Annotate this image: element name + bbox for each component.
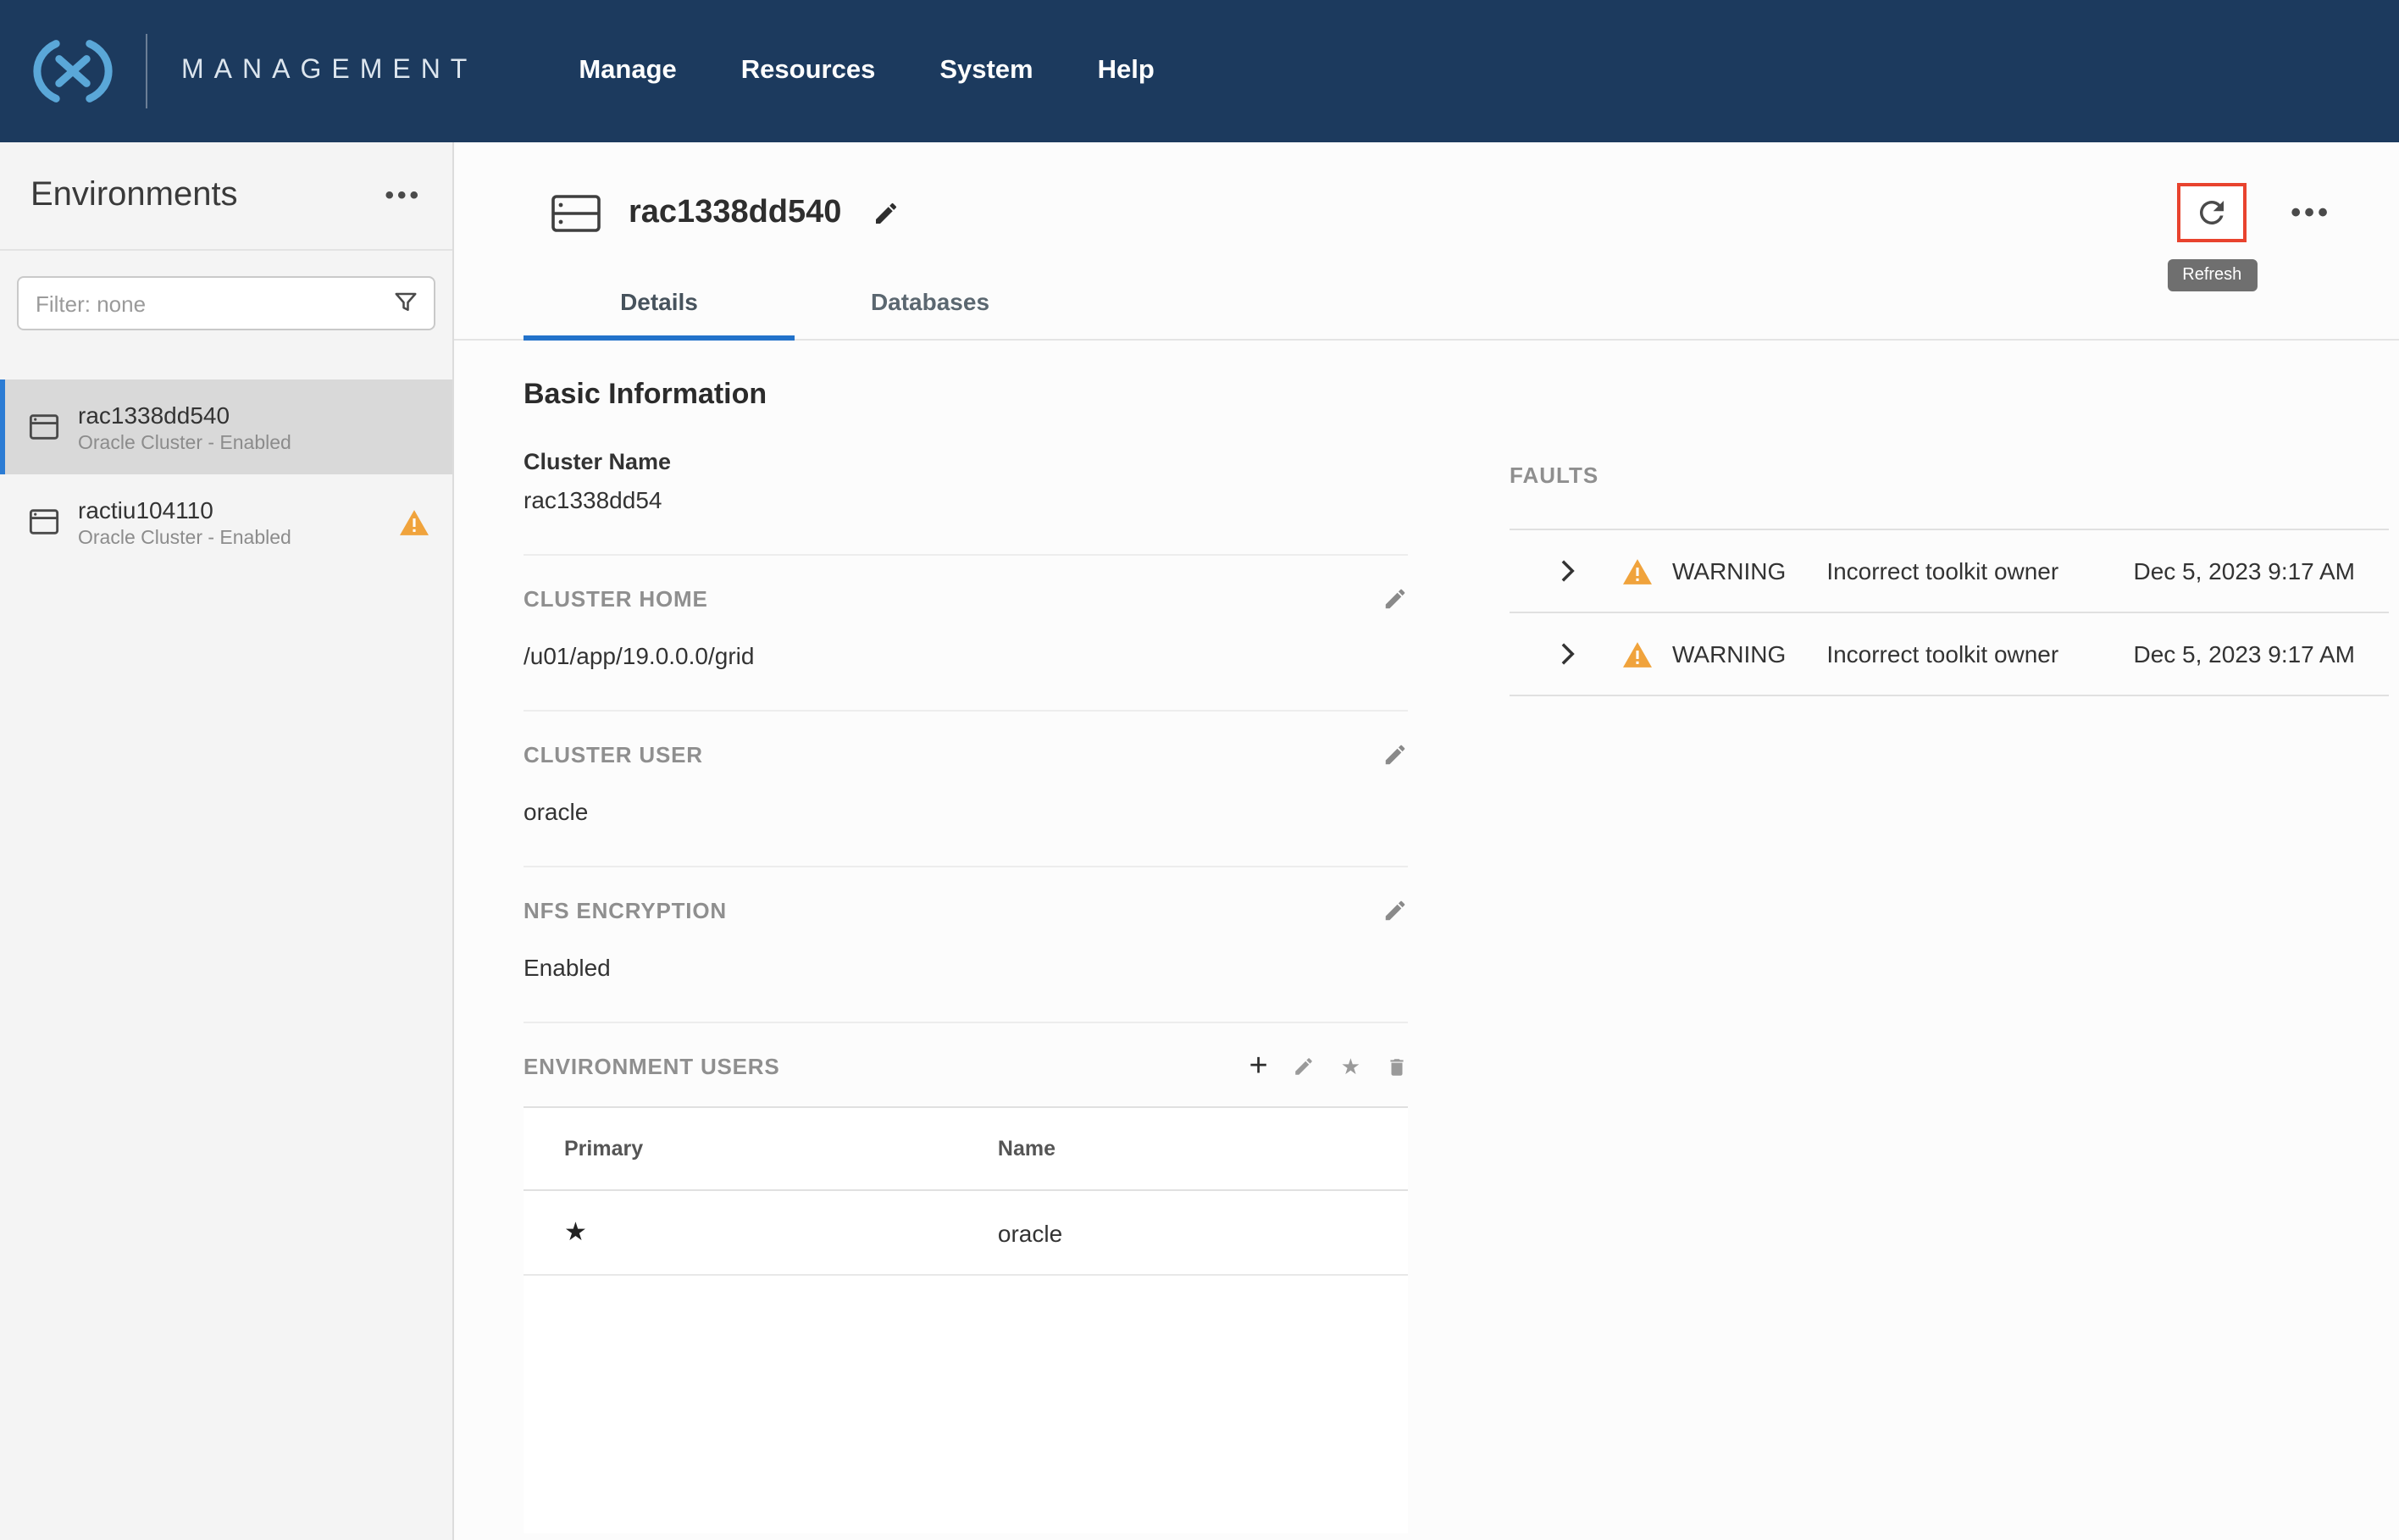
brand-divider — [146, 34, 147, 108]
environment-subtitle: Oracle Cluster - Enabled — [78, 528, 291, 548]
fault-date: Dec 5, 2023 9:17 AM — [2133, 640, 2375, 668]
expand-chevron-icon[interactable] — [1560, 559, 1576, 583]
environments-sidebar: Environments ••• — [0, 142, 454, 1540]
cluster-user-value: oracle — [524, 798, 1408, 825]
environment-item-rac1338dd540[interactable]: rac1338dd540 Oracle Cluster - Enabled — [0, 379, 452, 474]
menu-item-help[interactable]: Help — [1098, 56, 1155, 86]
refresh-container: Refresh — [2177, 183, 2247, 242]
environment-item-ractiu104110[interactable]: ractiu104110 Oracle Cluster - Enabled — [0, 474, 452, 569]
fault-date: Dec 5, 2023 9:17 AM — [2133, 557, 2375, 584]
fault-description: Incorrect toolkit owner — [1826, 557, 2133, 584]
environment-users-toolbar: + ★ — [1249, 1050, 1408, 1083]
tab-databases[interactable]: Databases — [795, 266, 1066, 339]
environment-subtitle: Oracle Cluster - Enabled — [78, 433, 291, 453]
edit-title-icon[interactable] — [872, 199, 899, 226]
menu-item-system[interactable]: System — [939, 56, 1033, 86]
cluster-name-label: Cluster Name — [524, 449, 1408, 474]
filter-input[interactable] — [17, 276, 435, 330]
environment-item-texts: rac1338dd540 Oracle Cluster - Enabled — [78, 401, 291, 453]
column-primary: Primary — [564, 1137, 998, 1161]
app-window: MANAGEMENT Manage Resources System Help … — [0, 0, 2399, 1540]
sidebar-more-icon[interactable]: ••• — [385, 183, 422, 208]
menu-item-resources[interactable]: Resources — [741, 56, 876, 86]
cluster-user-section: CLUSTER USER oracle — [524, 710, 1408, 866]
cluster-icon — [551, 192, 601, 233]
delphix-logo-icon — [27, 37, 119, 105]
edit-nfs-encryption-icon[interactable] — [1382, 898, 1408, 923]
environment-icon — [29, 508, 59, 535]
faults-title: FAULTS — [1510, 463, 2389, 488]
environment-title: rac1338dd540 — [629, 194, 841, 231]
sidebar-header: Environments ••• — [0, 142, 452, 251]
edit-cluster-home-icon[interactable] — [1382, 586, 1408, 612]
set-primary-user-icon[interactable]: ★ — [1341, 1055, 1360, 1077]
warning-icon — [1623, 641, 1652, 667]
main-panel: rac1338dd540 Refresh ••• — [454, 142, 2399, 1540]
environment-name: rac1338dd540 — [78, 401, 291, 428]
users-table-header: Primary Name — [524, 1106, 1408, 1191]
faults-list: WARNING Incorrect toolkit owner Dec 5, 2… — [1510, 529, 2389, 696]
refresh-button[interactable] — [2177, 183, 2247, 242]
cluster-home-label: CLUSTER HOME — [524, 586, 708, 612]
details-content: Basic Information Cluster Name rac1338dd… — [454, 341, 2399, 1533]
delete-user-icon[interactable] — [1386, 1055, 1408, 1078]
add-user-icon[interactable]: + — [1249, 1050, 1267, 1083]
fault-row[interactable]: WARNING Incorrect toolkit owner Dec 5, 2… — [1510, 530, 2389, 613]
environment-name: ractiu104110 — [78, 496, 291, 523]
main-menu: Manage Resources System Help — [579, 56, 1154, 86]
filter-funnel-icon[interactable] — [393, 290, 418, 315]
warning-icon — [1623, 558, 1652, 584]
refresh-tooltip: Refresh — [2167, 259, 2257, 291]
nfs-encryption-section: NFS ENCRYPTION Enabled — [524, 866, 1408, 1022]
basic-information-column: Basic Information Cluster Name rac1338dd… — [524, 378, 1408, 1533]
environments-list: rac1338dd540 Oracle Cluster - Enabled ra… — [0, 379, 452, 569]
fault-severity: WARNING — [1672, 640, 1786, 668]
header-actions: Refresh ••• — [2177, 183, 2331, 242]
cluster-name-value: rac1338dd54 — [524, 486, 1408, 513]
nfs-encryption-label: NFS ENCRYPTION — [524, 898, 727, 923]
nfs-encryption-header: NFS ENCRYPTION — [524, 898, 1408, 923]
cluster-user-header: CLUSTER USER — [524, 742, 1408, 767]
column-name: Name — [998, 1137, 1367, 1161]
table-row[interactable]: ★ oracle — [524, 1191, 1408, 1276]
expand-chevron-icon[interactable] — [1560, 642, 1576, 666]
fault-row[interactable]: WARNING Incorrect toolkit owner Dec 5, 2… — [1510, 613, 2389, 696]
warning-icon — [400, 509, 429, 535]
environment-users-label: ENVIRONMENT USERS — [524, 1054, 780, 1079]
edit-cluster-user-icon[interactable] — [1382, 742, 1408, 767]
environment-users-header: ENVIRONMENT USERS + ★ — [524, 1022, 1408, 1083]
top-navbar: MANAGEMENT Manage Resources System Help — [0, 0, 2399, 142]
cluster-home-header: CLUSTER HOME — [524, 586, 1408, 612]
primary-star-icon: ★ — [564, 1220, 998, 1245]
sidebar-title: Environments — [30, 176, 238, 215]
tab-bar: Details Databases — [454, 266, 2399, 341]
cluster-user-label: CLUSTER USER — [524, 742, 703, 767]
environment-more-icon[interactable]: ••• — [2291, 198, 2331, 227]
environment-users-table: Primary Name ★ oracle — [524, 1106, 1408, 1533]
menu-item-manage[interactable]: Manage — [579, 56, 676, 86]
environment-item-texts: ractiu104110 Oracle Cluster - Enabled — [78, 496, 291, 548]
cluster-home-value: /u01/app/19.0.0.0/grid — [524, 642, 1408, 669]
brand-title: MANAGEMENT — [181, 56, 477, 86]
environment-icon — [29, 413, 59, 440]
nfs-encryption-value: Enabled — [524, 954, 1408, 981]
edit-user-icon[interactable] — [1294, 1055, 1316, 1077]
cluster-name-field: Cluster Name rac1338dd54 — [524, 449, 1408, 513]
cluster-home-section: CLUSTER HOME /u01/app/19.0.0.0/grid — [524, 554, 1408, 710]
basic-information-title: Basic Information — [524, 378, 1408, 412]
fault-description: Incorrect toolkit owner — [1826, 640, 2133, 668]
faults-panel: FAULTS — [1510, 378, 2389, 1533]
user-name: oracle — [998, 1219, 1367, 1246]
environment-header: rac1338dd540 Refresh ••• — [454, 142, 2399, 242]
filter-container — [0, 251, 452, 356]
tab-details[interactable]: Details — [524, 266, 795, 339]
fault-severity: WARNING — [1672, 557, 1786, 584]
